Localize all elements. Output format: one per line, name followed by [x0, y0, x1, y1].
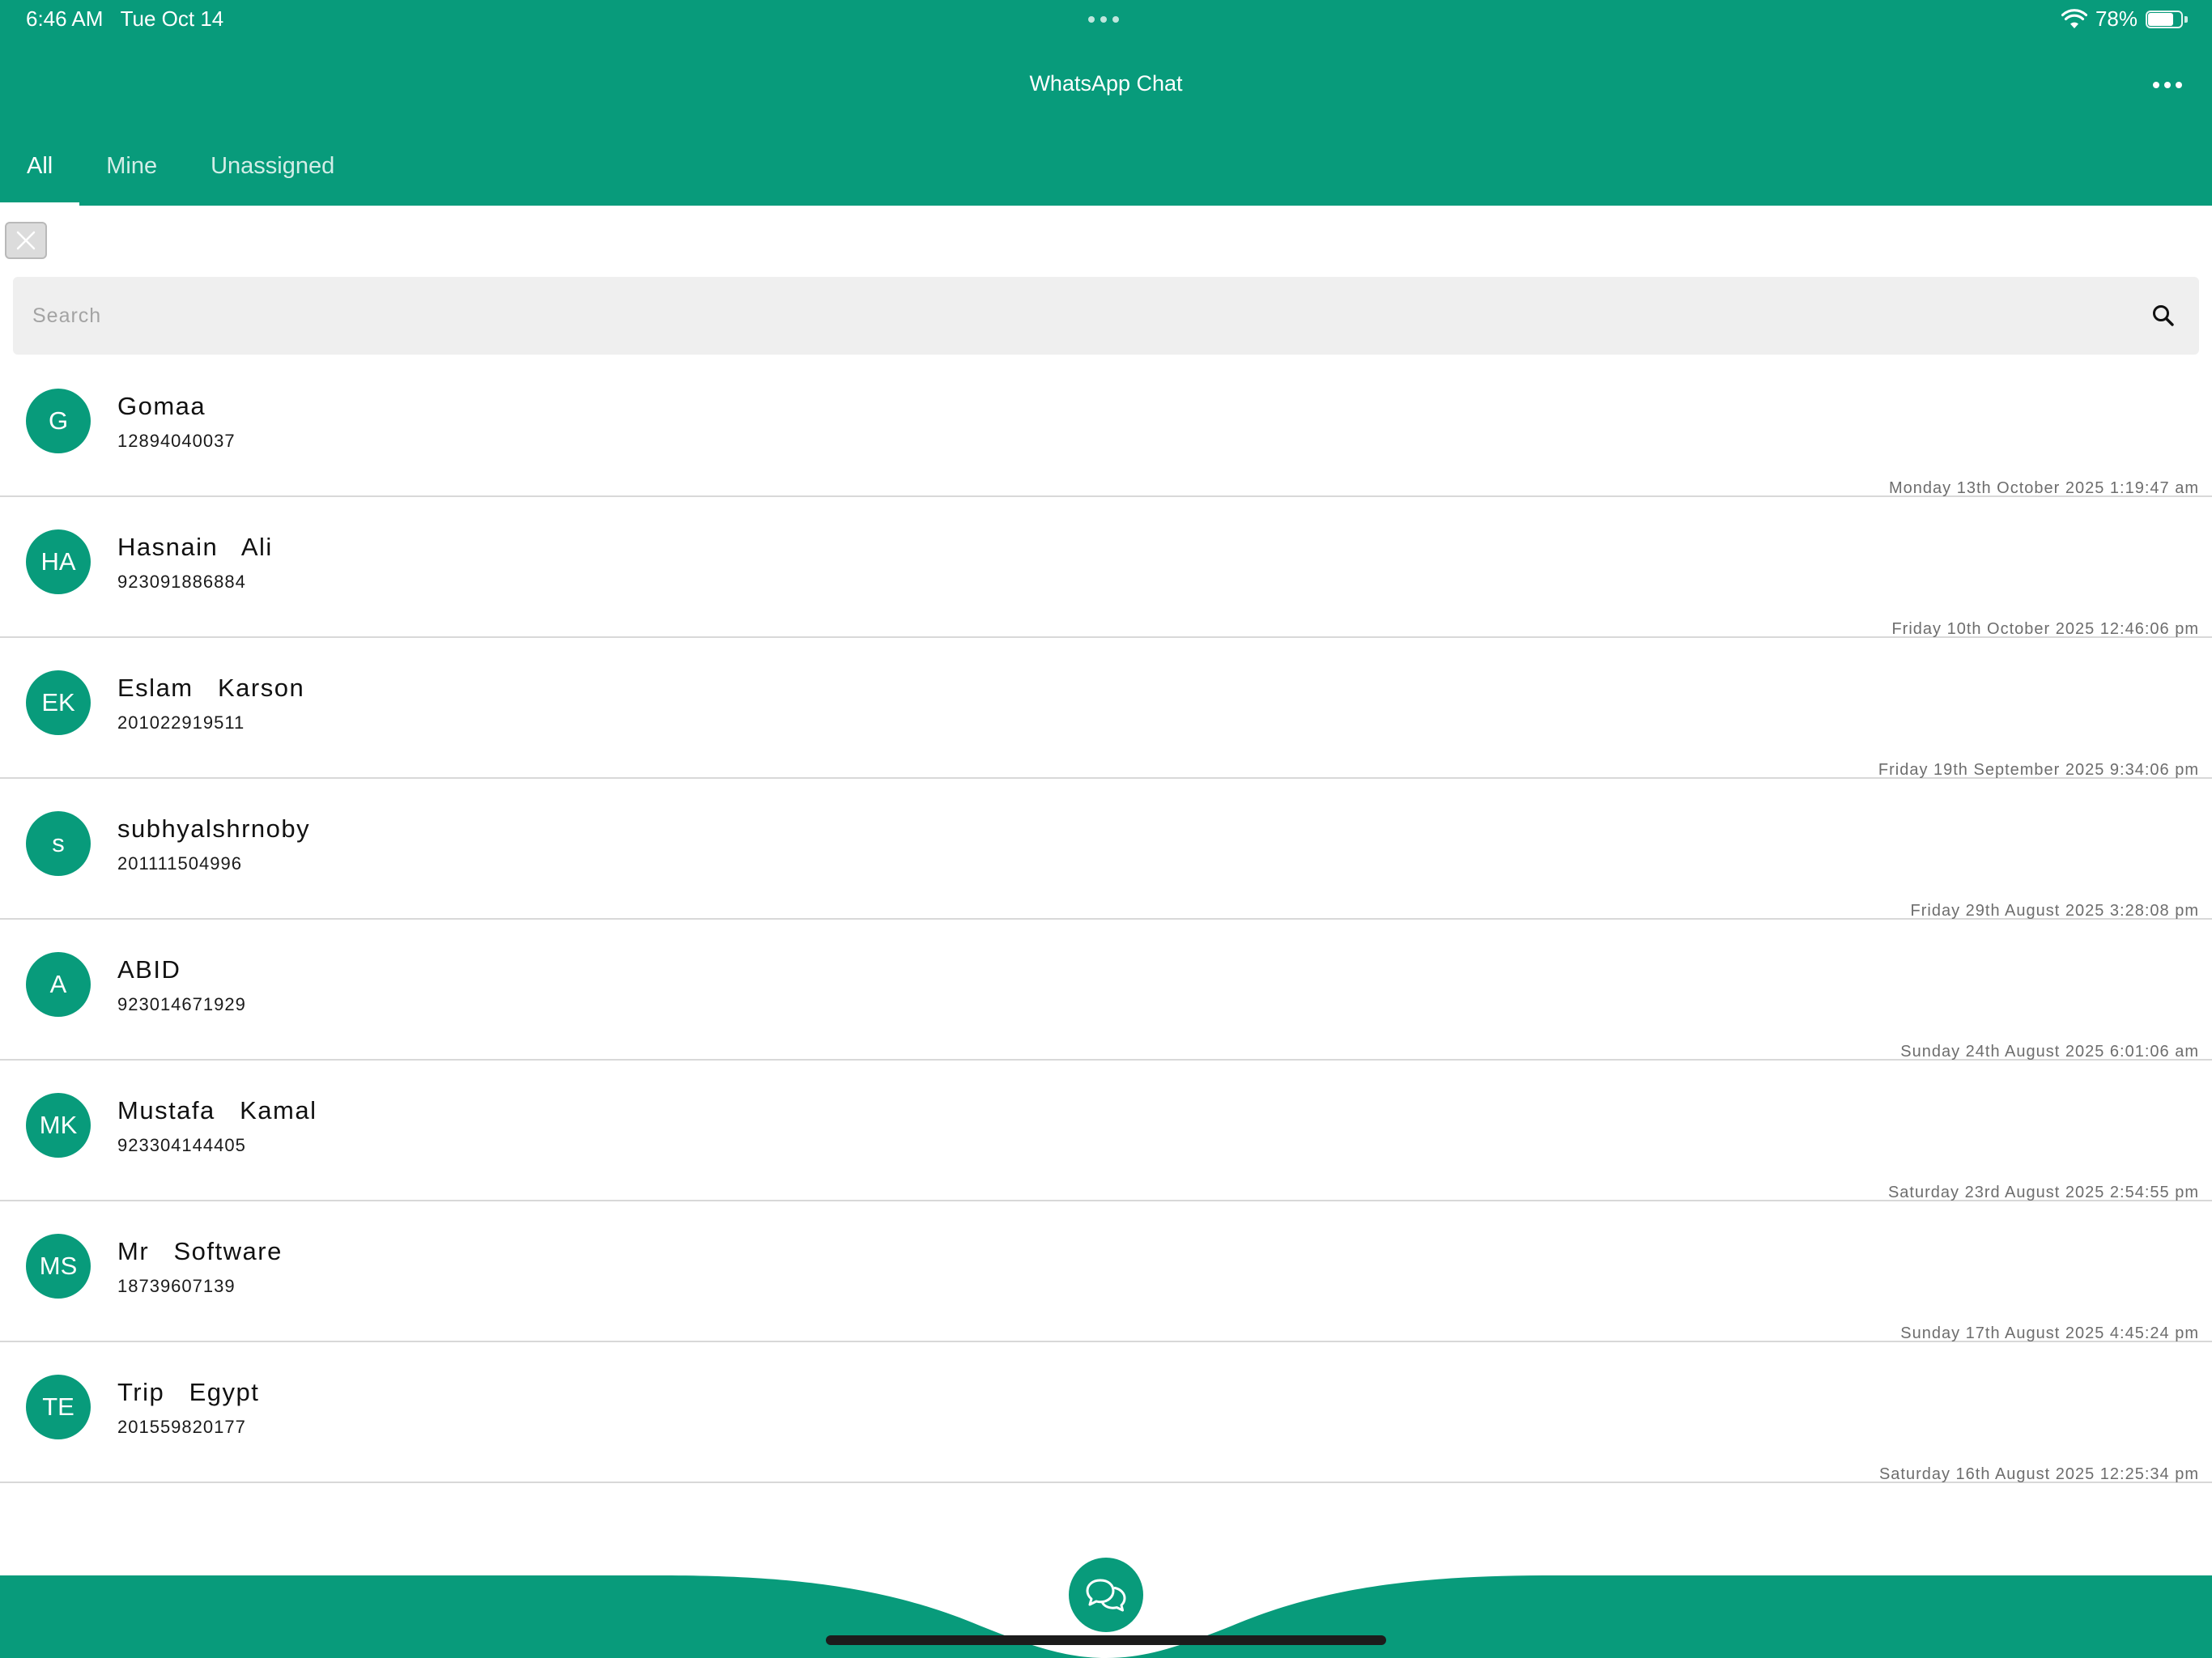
- search-icon[interactable]: [2150, 303, 2176, 329]
- status-indicators: 78%: [2061, 6, 2188, 32]
- battery-icon: [2146, 9, 2188, 30]
- contact-list: G Gomaa 12894040037 Monday 13th October …: [0, 356, 2212, 1483]
- contact-phone: 18739607139: [117, 1276, 236, 1296]
- app-header: 6:46 AM Tue Oct 14 78% WhatsApp Chat All…: [0, 0, 2212, 206]
- avatar: A: [26, 952, 91, 1017]
- tab-mine[interactable]: Mine: [79, 144, 184, 206]
- contact-timestamp: Friday 29th August 2025 3:28:08 pm: [1910, 902, 2199, 920]
- search-bar: [13, 277, 2199, 355]
- contact-phone: 923304144405: [117, 1135, 246, 1155]
- contact-timestamp: Sunday 17th August 2025 4:45:24 pm: [1900, 1324, 2199, 1342]
- page-title: WhatsApp Chat: [1029, 71, 1183, 96]
- filter-tabs: All Mine Unassigned: [0, 144, 361, 206]
- contact-name: ABID: [117, 955, 181, 984]
- chat-button[interactable]: [1069, 1558, 1143, 1632]
- tab-all[interactable]: All: [0, 144, 80, 206]
- battery-percent: 78%: [2095, 6, 2138, 31]
- avatar: TE: [26, 1375, 91, 1439]
- contact-row[interactable]: MK Mustafa Kamal 923304144405 Saturday 2…: [0, 1061, 2212, 1201]
- avatar: G: [26, 389, 91, 453]
- contact-name: Hasnain Ali: [117, 533, 273, 561]
- contact-row[interactable]: EK Eslam Karson 201022919511 Friday 19th…: [0, 638, 2212, 779]
- contact-row[interactable]: A ABID 923014671929 Sunday 24th August 2…: [0, 920, 2212, 1061]
- contact-phone: 923091886884: [117, 572, 246, 592]
- contact-name: Mustafa Kamal: [117, 1096, 317, 1124]
- contact-phone: 201022919511: [117, 712, 245, 733]
- contact-name: Eslam Karson: [117, 674, 305, 702]
- more-options-icon[interactable]: [2147, 73, 2188, 97]
- contact-row[interactable]: MS Mr Software 18739607139 Sunday 17th A…: [0, 1201, 2212, 1342]
- tab-unassigned[interactable]: Unassigned: [184, 144, 361, 206]
- contact-timestamp: Saturday 16th August 2025 12:25:34 pm: [1878, 1465, 2199, 1483]
- contact-timestamp: Friday 19th September 2025 9:34:06 pm: [1878, 761, 2199, 779]
- search-input[interactable]: [32, 277, 2105, 355]
- contact-timestamp: Sunday 24th August 2025 6:01:06 am: [1900, 1043, 2199, 1061]
- contact-timestamp: Saturday 23rd August 2025 2:54:55 pm: [1887, 1184, 2199, 1201]
- contact-timestamp: Friday 10th October 2025 12:46:06 pm: [1891, 620, 2199, 638]
- contact-row[interactable]: HA Hasnain Ali 923091886884 Friday 10th …: [0, 497, 2212, 638]
- clear-button[interactable]: [5, 222, 47, 259]
- home-indicator[interactable]: [826, 1635, 1386, 1645]
- avatar: MK: [26, 1093, 91, 1158]
- contact-row[interactable]: s subhyalshrnoby 201111504996 Friday 29t…: [0, 779, 2212, 920]
- contact-row[interactable]: TE Trip Egypt 201559820177 Saturday 16th…: [0, 1342, 2212, 1483]
- contact-timestamp: Monday 13th October 2025 1:19:47 am: [1888, 479, 2199, 497]
- contact-name: Gomaa: [117, 392, 206, 420]
- close-icon: [16, 231, 36, 250]
- contact-row[interactable]: G Gomaa 12894040037 Monday 13th October …: [0, 356, 2212, 497]
- contact-phone: 12894040037: [117, 431, 236, 451]
- avatar: MS: [26, 1234, 91, 1299]
- contact-name: Mr Software: [117, 1237, 283, 1265]
- avatar: EK: [26, 670, 91, 735]
- chat-bubbles-icon: [1086, 1579, 1126, 1612]
- multitasking-dots-icon[interactable]: [1088, 16, 1119, 23]
- avatar: s: [26, 811, 91, 876]
- status-time: 6:46 AM Tue Oct 14: [26, 6, 224, 31]
- contact-name: subhyalshrnoby: [117, 814, 311, 843]
- wifi-icon: [2061, 8, 2087, 28]
- avatar: HA: [26, 529, 91, 594]
- contact-phone: 201559820177: [117, 1417, 246, 1437]
- contact-phone: 923014671929: [117, 994, 246, 1014]
- contact-name: Trip Egypt: [117, 1378, 260, 1406]
- contact-phone: 201111504996: [117, 853, 242, 874]
